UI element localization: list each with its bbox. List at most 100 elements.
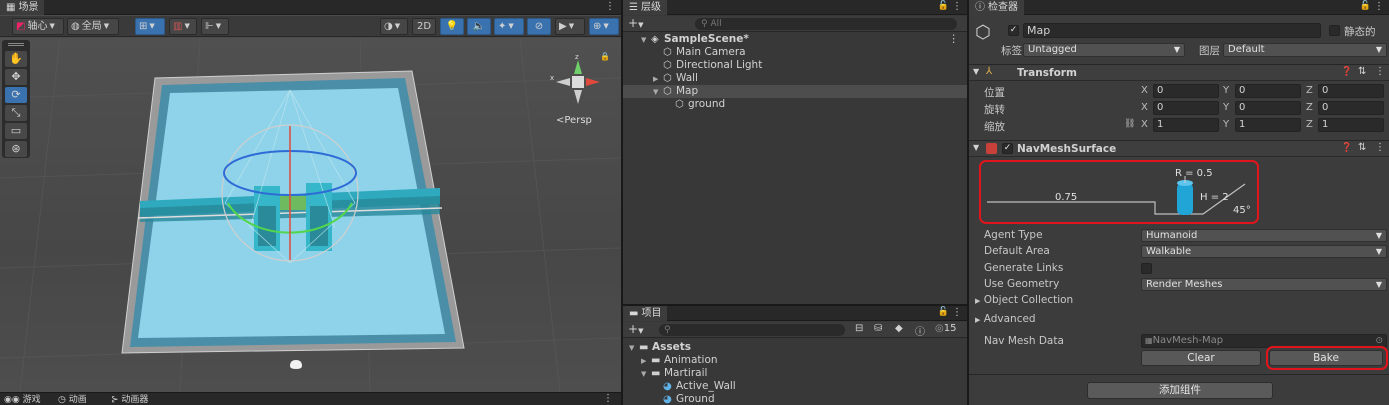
- tab-hierarchy[interactable]: ☰ 层级: [623, 0, 667, 15]
- pivot-toggle[interactable]: ◩ 轴心 ▼: [12, 18, 64, 35]
- lock-icon[interactable]: 🔒: [600, 52, 610, 61]
- global-toggle[interactable]: ◍ 全局 ▼: [67, 18, 119, 35]
- project-item[interactable]: ▼ ▬ Assets: [623, 341, 967, 354]
- audio-toggle[interactable]: 🔈: [467, 18, 491, 35]
- camera-settings-button[interactable]: ▶ ▼: [555, 18, 585, 35]
- advanced-foldout[interactable]: ▶ Advanced: [975, 313, 1036, 325]
- rotate-tool-button[interactable]: ⟳: [5, 87, 27, 103]
- tab-inspector[interactable]: ⓘ 检查器: [969, 0, 1024, 15]
- navmesh-surface-header[interactable]: ▼ ✓ NavMeshSurface ❓ ⇅ ⋮: [969, 140, 1389, 157]
- project-search-field[interactable]: ⚲: [659, 324, 845, 336]
- axis-label-y[interactable]: Y: [1223, 85, 1229, 96]
- hierarchy-item[interactable]: ▼ ⬡ Map: [623, 85, 967, 98]
- use-geometry-dropdown[interactable]: Render Meshes ▼: [1141, 278, 1387, 291]
- ruler-button[interactable]: ⊩ ▼: [201, 18, 229, 35]
- transform-x-field[interactable]: 0: [1153, 84, 1219, 98]
- axis-label-x[interactable]: X: [1141, 85, 1148, 96]
- lock-icon[interactable]: 🔓: [1360, 1, 1371, 11]
- lighting-toggle[interactable]: 💡: [440, 18, 464, 35]
- help-icon[interactable]: ❓: [1341, 143, 1352, 153]
- more-menu-icon[interactable]: ⋮: [1375, 142, 1385, 153]
- static-checkbox[interactable]: [1329, 25, 1340, 36]
- transform-y-field[interactable]: 0: [1235, 84, 1301, 98]
- hand-tool-button[interactable]: ✋: [5, 51, 27, 67]
- transform-x-field[interactable]: 1: [1153, 118, 1219, 132]
- info-icon[interactable]: ⓘ: [915, 323, 925, 338]
- axis-label-z[interactable]: Z: [1306, 85, 1313, 96]
- agent-type-dropdown[interactable]: Humanoid ▼: [1141, 229, 1387, 242]
- axis-label-y[interactable]: Y: [1223, 119, 1229, 130]
- scene-viewport[interactable]: ✋ ✥ ⟳ ⤡ ▭ ⊛ z x 🔒 <Persp: [0, 38, 621, 392]
- layer-dropdown[interactable]: Default ▼: [1223, 43, 1387, 57]
- gameobject-cube-icon[interactable]: ⬡: [975, 22, 991, 43]
- project-item[interactable]: ◕ Active_Wall: [623, 380, 967, 393]
- transform-header[interactable]: ▼ ⅄ Transform ❓ ⇅ ⋮: [969, 64, 1389, 81]
- grid-snap-button[interactable]: ⊞ ▼: [135, 18, 165, 35]
- scale-tool-button[interactable]: ⤡: [5, 105, 27, 121]
- lock-icon[interactable]: 🔓: [938, 1, 949, 11]
- preset-icon[interactable]: ⇅: [1358, 66, 1366, 77]
- hierarchy-item[interactable]: ▶ ⬡ Wall: [623, 72, 967, 85]
- gizmos-button[interactable]: ⊕ ▼: [589, 18, 619, 35]
- axis-label-y[interactable]: Y: [1223, 102, 1229, 113]
- constrain-proportions-icon[interactable]: ⛓: [1124, 119, 1135, 129]
- hidden-packages-toggle[interactable]: ◎15: [935, 323, 956, 334]
- default-area-dropdown[interactable]: Walkable ▼: [1141, 245, 1387, 258]
- increment-snap-button[interactable]: ▥ ▼: [169, 18, 197, 35]
- transform-tool-button[interactable]: ⊛: [5, 141, 27, 157]
- component-enabled-checkbox[interactable]: ✓: [1002, 143, 1013, 154]
- object-collection-foldout[interactable]: ▶ Object Collection: [975, 294, 1073, 306]
- label-icon[interactable]: ◆: [895, 323, 903, 334]
- more-menu-icon[interactable]: ⋮: [952, 307, 962, 318]
- preset-icon[interactable]: ⇅: [1358, 142, 1366, 153]
- orientation-gizmo[interactable]: z x: [548, 52, 608, 112]
- drag-handle[interactable]: [8, 43, 24, 46]
- more-menu-icon[interactable]: ⋮: [603, 393, 613, 404]
- generate-links-checkbox[interactable]: [1141, 263, 1152, 274]
- help-icon[interactable]: ❓: [1341, 67, 1352, 77]
- hierarchy-item[interactable]: ▼ ◈ SampleScene* ⋮: [623, 33, 967, 46]
- hierarchy-search-field[interactable]: ⚲ All: [695, 18, 957, 30]
- lock-icon[interactable]: 🔓: [938, 307, 949, 317]
- more-menu-icon[interactable]: ⋮: [952, 1, 962, 12]
- project-item[interactable]: ◕ Ground: [623, 393, 967, 405]
- project-item[interactable]: ▶ ▬ Animation: [623, 354, 967, 367]
- transform-y-field[interactable]: 1: [1235, 118, 1301, 132]
- transform-y-field[interactable]: 0: [1235, 101, 1301, 115]
- effects-toggle[interactable]: ✦ ▼: [494, 18, 524, 35]
- move-tool-button[interactable]: ✥: [5, 69, 27, 85]
- more-menu-icon[interactable]: ⋮: [1375, 66, 1385, 77]
- toggle-2d-button[interactable]: 2D: [412, 18, 436, 35]
- tag-dropdown[interactable]: Untagged ▼: [1023, 43, 1185, 57]
- shading-mode-button[interactable]: ◑ ▼: [380, 18, 408, 35]
- axis-label-z[interactable]: Z: [1306, 102, 1313, 113]
- add-component-button[interactable]: 添加组件: [1087, 382, 1273, 399]
- filter-icon[interactable]: ⛁: [874, 323, 882, 334]
- transform-x-field[interactable]: 0: [1153, 101, 1219, 115]
- hierarchy-item[interactable]: ⬡ Main Camera: [623, 46, 967, 59]
- project-item[interactable]: ▼ ▬ Martirail: [623, 367, 967, 380]
- active-checkbox[interactable]: ✓: [1008, 25, 1019, 36]
- more-menu-icon[interactable]: ⋮: [1374, 1, 1384, 12]
- axis-label-x[interactable]: X: [1141, 119, 1148, 130]
- hierarchy-item[interactable]: ⬡ ground: [623, 98, 967, 111]
- object-name-field[interactable]: Map: [1023, 23, 1321, 38]
- add-button[interactable]: +▼: [628, 16, 643, 33]
- tab-scene[interactable]: ▦ 场景: [0, 0, 45, 15]
- add-button[interactable]: +▼: [628, 322, 643, 339]
- transform-z-field[interactable]: 0: [1318, 84, 1384, 98]
- axis-label-x[interactable]: X: [1141, 102, 1148, 113]
- visibility-toggle[interactable]: ⊘: [527, 18, 551, 35]
- transform-z-field[interactable]: 0: [1318, 101, 1384, 115]
- search-by-type-icon[interactable]: ⊟: [855, 323, 863, 334]
- more-menu-icon[interactable]: ⋮: [949, 33, 960, 46]
- tab-game[interactable]: ◉◉ 游戏: [4, 393, 41, 405]
- hierarchy-item[interactable]: ⬡ Directional Light: [623, 59, 967, 72]
- tab-animator[interactable]: ⊱ 动画器: [111, 393, 148, 405]
- tab-project[interactable]: ▬ 项目: [623, 306, 668, 321]
- clear-button[interactable]: Clear: [1141, 350, 1261, 366]
- tab-animation[interactable]: ◷ 动画: [58, 393, 87, 405]
- axis-label-z[interactable]: Z: [1306, 119, 1313, 130]
- more-menu-icon[interactable]: ⋮: [605, 1, 615, 12]
- persp-label[interactable]: <Persp: [556, 115, 592, 126]
